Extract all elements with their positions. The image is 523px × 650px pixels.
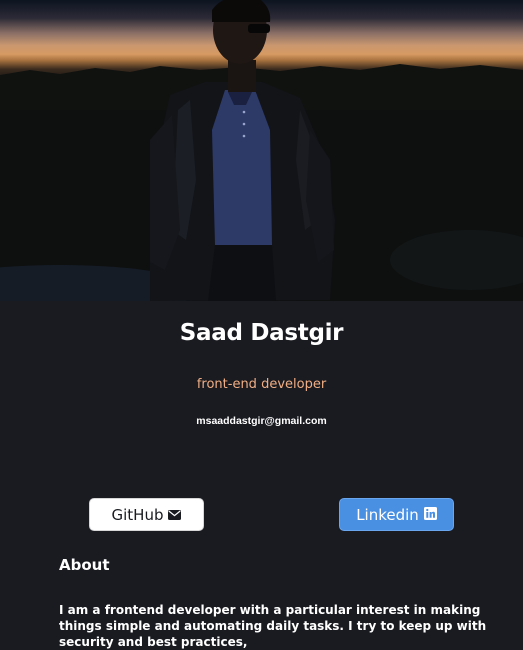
about-heading: About	[59, 556, 110, 574]
profile-name: Saad Dastgir	[179, 320, 344, 346]
profile-photo-graphic	[0, 0, 523, 301]
profile-role: front-end developer	[196, 377, 327, 392]
github-button-label: GitHub	[111, 505, 164, 524]
profile-photo	[0, 0, 523, 301]
profile-email: msaaddastgir@gmail.com	[196, 415, 327, 427]
github-button[interactable]: GitHub	[89, 498, 204, 531]
envelope-icon	[168, 506, 182, 524]
about-text: I am a frontend developer with a particu…	[59, 603, 487, 649]
linkedin-icon	[423, 506, 437, 524]
linkedin-button[interactable]: Linkedin	[339, 498, 454, 531]
linkedin-button-label: Linkedin	[356, 505, 419, 524]
